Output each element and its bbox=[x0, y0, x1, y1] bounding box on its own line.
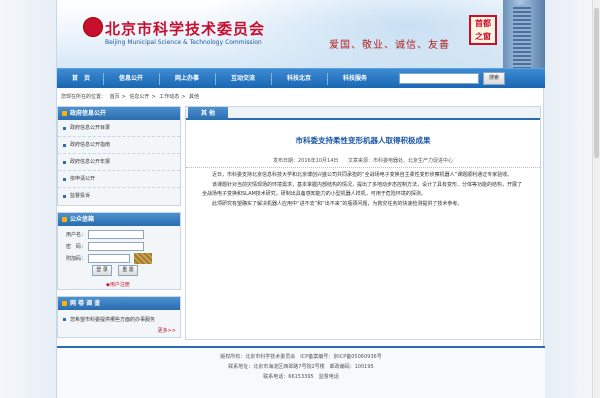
article-paragraph: 此项研究有望确实了解决机器人应用中“进不去”和“出不来”的瓶颈问题，为救灾任务的… bbox=[212, 201, 463, 207]
nav-online-services[interactable]: 网上办事 bbox=[161, 69, 213, 89]
mailbox-panel: 公众信箱 用户名： 密 码： 附加码： 登 录 重 置 ◆用户注册 bbox=[57, 212, 181, 290]
reset-button[interactable]: 重 置 bbox=[118, 265, 138, 276]
nav-interaction[interactable]: 互动交流 bbox=[217, 69, 269, 89]
article-title: 市科委支持柔性变形机器人取得积极成果 bbox=[295, 136, 431, 145]
bullet-icon bbox=[63, 195, 66, 198]
nav-divider bbox=[327, 73, 328, 85]
nav-divider bbox=[159, 73, 160, 85]
scrollbar[interactable] bbox=[592, 0, 600, 398]
footer-phone: 联系电话：66153395 监督电话 bbox=[263, 374, 339, 380]
tab-bar: 其 他 bbox=[186, 107, 540, 120]
mailbox-header: 公众信箱 bbox=[58, 213, 180, 226]
sidebar-item-request[interactable]: 依申请公开 bbox=[58, 171, 180, 188]
bullet-icon bbox=[63, 161, 66, 164]
nav-divider bbox=[215, 73, 216, 85]
survey-item[interactable]: 您希望市科委提供哪些方面的办事服务 bbox=[58, 310, 180, 325]
survey-more-link[interactable]: 更多>> bbox=[158, 327, 176, 334]
gov-info-header: 政府信息公开 bbox=[58, 107, 180, 120]
search-input[interactable] bbox=[399, 73, 479, 84]
survey-title: 网 卷 调 查 bbox=[70, 300, 101, 307]
bullet-icon bbox=[63, 178, 66, 181]
survey-icon bbox=[62, 301, 67, 306]
page-background-left bbox=[0, 0, 56, 398]
login-button[interactable]: 登 录 bbox=[92, 265, 112, 276]
password-label: 密 码： bbox=[65, 244, 86, 250]
nav-divider bbox=[103, 73, 104, 85]
bullet-icon bbox=[63, 318, 66, 321]
sidebar-item-guide[interactable]: 政府信息公开指南 bbox=[58, 137, 180, 154]
site-title-en: Beijing Municipal Science & Technology C… bbox=[105, 39, 262, 46]
nav-home[interactable]: 首 页 bbox=[61, 69, 101, 89]
captcha-label: 附加码： bbox=[65, 256, 86, 262]
mailbox-title: 公众信箱 bbox=[70, 216, 95, 223]
site-slogan: 爱国、敬业、诚信、友善 bbox=[329, 40, 450, 51]
captcha-input[interactable] bbox=[88, 254, 130, 263]
article-paragraph: 该课题针对当前灾情现场的环境需求，基本掌握内部结构的情况，提出了多地动步态控制方… bbox=[202, 182, 523, 197]
username-input[interactable] bbox=[88, 230, 144, 239]
article-meta: 发布日期：2016年10月14日 文章来源：市科委电器处、北京生产力促进中心 bbox=[186, 157, 540, 168]
folder-icon bbox=[62, 111, 67, 116]
main-nav: 首 页 信息公开 网上办事 互动交流 科技北京 科技服务 搜索 bbox=[57, 68, 545, 88]
emblem-icon bbox=[83, 17, 103, 37]
footer-copyright: 版权所有：北京市科学技术委员会 ICP备案编号：京ICP备05060936号 bbox=[220, 354, 382, 360]
nav-tech-beijing[interactable]: 科技北京 bbox=[273, 69, 325, 89]
page-container: 北京市科学技术委员会 Beijing Municipal Science & T… bbox=[56, 0, 545, 398]
captcha-image[interactable] bbox=[134, 253, 152, 264]
bullet-icon bbox=[63, 127, 66, 130]
breadcrumb-info[interactable]: 信息公开 bbox=[129, 94, 149, 100]
captcha-row: 附加码： bbox=[58, 253, 180, 265]
gov-info-panel: 政府信息公开 政府信息公开目录 政府信息公开指南 政府信息公开年报 依申请公开 … bbox=[57, 106, 181, 206]
site-title[interactable]: 北京市科学技术委员会 bbox=[105, 18, 265, 39]
tab-other[interactable]: 其 他 bbox=[188, 107, 228, 120]
breadcrumb-news[interactable]: 工作动态 bbox=[159, 94, 179, 100]
mailbox-buttons: 登 录 重 置 bbox=[58, 265, 180, 278]
breadcrumb-current: 其他 bbox=[189, 94, 200, 100]
username-label: 用户名： bbox=[65, 232, 86, 238]
article-date: 发布日期：2016年10月14日 bbox=[272, 158, 339, 164]
password-row: 密 码： bbox=[58, 241, 180, 253]
register-link[interactable]: ◆用户注册 bbox=[106, 281, 130, 288]
article-panel: 其 他 市科委支持柔性变形机器人取得积极成果 发布日期：2016年10月14日 … bbox=[185, 106, 541, 340]
site-footer: 版权所有：北京市科学技术委员会 ICP备案编号：京ICP备05060936号 联… bbox=[57, 346, 545, 398]
breadcrumb-home[interactable]: 首页 bbox=[110, 94, 120, 100]
breadcrumb: 您现在所在的位置： 首页 > 信息公开 > 工作动态 > 其他 bbox=[61, 94, 200, 100]
mail-icon bbox=[62, 217, 67, 222]
nav-tech-services[interactable]: 科技服务 bbox=[329, 69, 381, 89]
nav-info-disclosure[interactable]: 信息公开 bbox=[105, 69, 157, 89]
article-body: 近日，市科委支持北京信息科技大学和北京博创兴盛公司共同承担的“全战场电子变换自主… bbox=[202, 171, 526, 210]
survey-panel: 网 卷 调 查 您希望市科委提供哪些方面的办事服务 更多>> bbox=[57, 296, 181, 338]
nav-divider bbox=[271, 73, 272, 85]
sidebar-item-annual-report[interactable]: 政府信息公开年报 bbox=[58, 154, 180, 171]
search-button[interactable]: 搜索 bbox=[483, 72, 505, 85]
password-input[interactable] bbox=[88, 242, 144, 251]
article-source: 文章来源：市科委电器处、北京生产力促进中心 bbox=[348, 158, 454, 164]
gov-info-title: 政府信息公开 bbox=[70, 110, 107, 117]
capital-window-logo[interactable]: 首都 之窗 bbox=[469, 15, 497, 45]
username-row: 用户名： bbox=[58, 229, 180, 241]
bullet-icon bbox=[63, 144, 66, 147]
breadcrumb-prefix: 您现在所在的位置： bbox=[61, 94, 107, 100]
article-paragraph: 近日，市科委支持北京信息科技大学和北京博创兴盛公司共同承担的“全战场电子变换自主… bbox=[212, 172, 513, 178]
site-header: 北京市科学技术委员会 Beijing Municipal Science & T… bbox=[57, 0, 545, 68]
building-image bbox=[503, 0, 545, 68]
sidebar-item-complaints[interactable]: 监督投诉 bbox=[58, 188, 180, 205]
footer-address: 联系地址：北京市海淀区西翠路7号院2号楼 邮政编码：100195 bbox=[228, 364, 374, 370]
sidebar-item-catalog[interactable]: 政府信息公开目录 bbox=[58, 120, 180, 137]
scrollbar-thumb[interactable] bbox=[594, 8, 599, 158]
survey-header: 网 卷 调 查 bbox=[58, 297, 180, 310]
